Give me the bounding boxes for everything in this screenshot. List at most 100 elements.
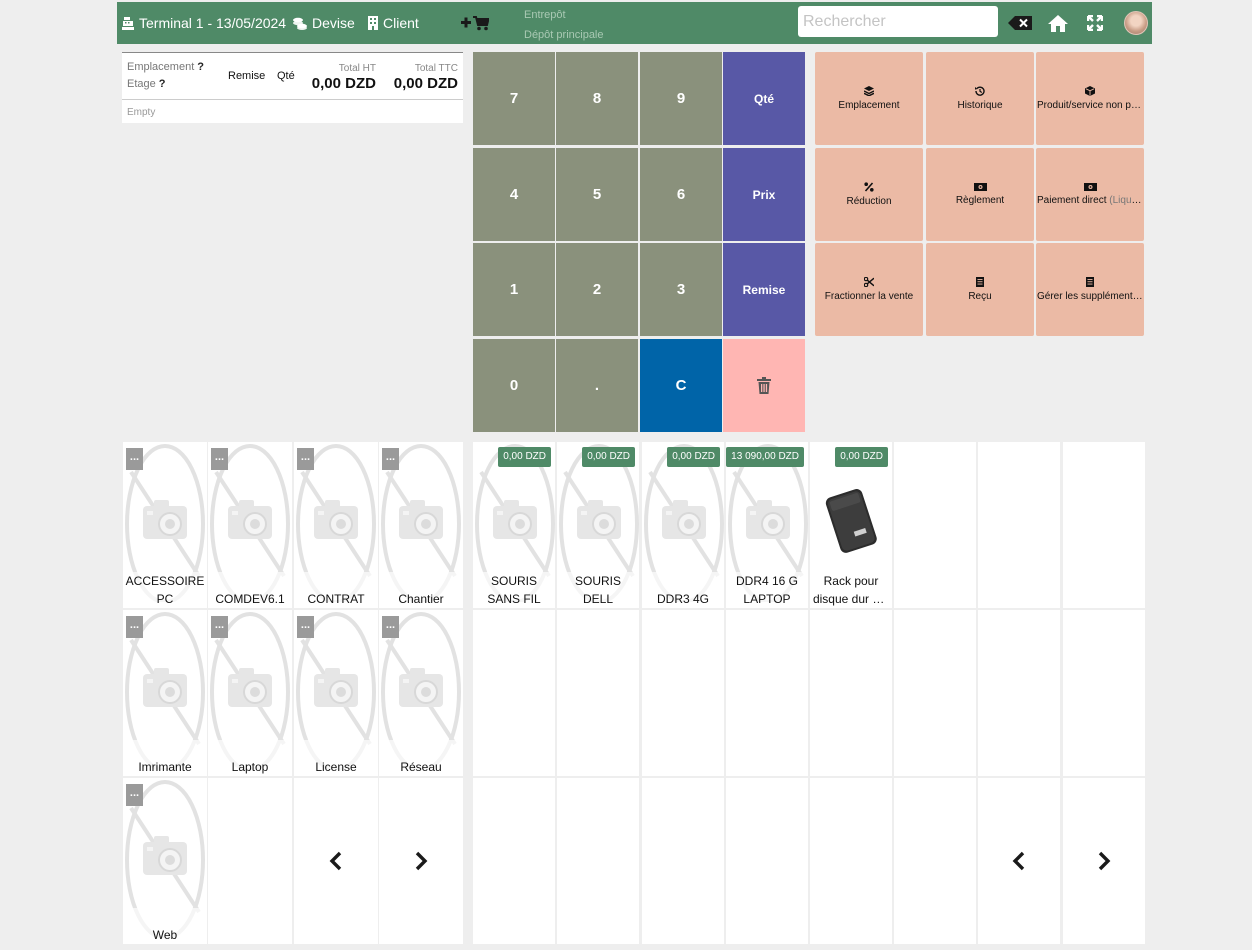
supplements-button[interactable]: Gérer les suppléments et options: [1036, 243, 1144, 336]
category-tile[interactable]: ... Laptop: [208, 610, 292, 776]
key-2[interactable]: 2: [556, 243, 638, 336]
category-more-button[interactable]: ...: [297, 448, 314, 470]
category-next-button[interactable]: [379, 778, 463, 944]
product-tile[interactable]: 13 090,00 DZD DDR4 16 G LAPTOP: [726, 442, 808, 608]
key-5[interactable]: 5: [556, 148, 638, 241]
devise-label: Devise: [312, 15, 355, 31]
category-more-button[interactable]: ...: [382, 448, 399, 470]
free-product-button[interactable]: Produit/service non prédéfini: [1036, 52, 1144, 145]
chevron-right-icon: [1098, 851, 1111, 871]
key-9[interactable]: 9: [640, 52, 722, 145]
warehouse-label: Entrepôt: [524, 9, 566, 21]
category-prev-button[interactable]: [294, 778, 378, 944]
etage-row[interactable]: Etage?: [127, 78, 165, 90]
price-badge: 0,00 DZD: [835, 447, 888, 467]
scissors-icon: [864, 277, 874, 287]
product-next-button[interactable]: [1063, 778, 1145, 944]
product-tile[interactable]: 0,00 DZD SOURIS DELL: [557, 442, 639, 608]
category-name: Chantier: [398, 592, 444, 606]
category-tile[interactable]: ... Réseau: [379, 610, 463, 776]
devise-button[interactable]: Devise: [293, 2, 355, 44]
category-name: Laptop: [231, 760, 269, 774]
search-input[interactable]: [798, 6, 998, 37]
layers-icon: [864, 86, 874, 96]
product-tile[interactable]: 0,00 DZD SOURIS SANS FIL: [473, 442, 555, 608]
client-button[interactable]: Client: [368, 2, 419, 44]
product-label: SOURIS DELL: [557, 572, 639, 608]
empty-cell: [473, 610, 555, 776]
split-sale-label: Fractionner la vente: [824, 291, 914, 302]
category-more-button[interactable]: ...: [382, 616, 399, 638]
direct-payment-button[interactable]: Paiement direct (Liquide): [1036, 148, 1144, 241]
product-tile[interactable]: 0,00 DZD Rack pour disque dur 2.5 pouces: [810, 442, 892, 608]
empty-cell: [557, 778, 639, 944]
category-name: License: [315, 760, 357, 774]
empty-cell: [473, 778, 555, 944]
category-tile[interactable]: ... CONTRAT: [294, 442, 378, 608]
key-4[interactable]: 4: [473, 148, 555, 241]
terminal-text: Terminal 1 - 13/05/2024: [139, 15, 287, 31]
category-more-button[interactable]: ...: [297, 616, 314, 638]
receipt-button[interactable]: Reçu: [926, 243, 1034, 336]
category-label: Imrimante: [123, 740, 207, 776]
coins-icon: [293, 17, 307, 30]
history-button[interactable]: Historique: [926, 52, 1034, 145]
product-name: SOURIS SANS FIL: [487, 574, 541, 606]
key-0[interactable]: 0: [473, 339, 555, 432]
payment-button[interactable]: Règlement: [926, 148, 1034, 241]
category-more-button[interactable]: ...: [126, 448, 143, 470]
empty-cell: [1063, 442, 1145, 608]
category-tile[interactable]: ... COMDEV6.1: [208, 442, 292, 608]
category-tile[interactable]: ... Chantier: [379, 442, 463, 608]
key-3[interactable]: 3: [640, 243, 722, 336]
category-more-button[interactable]: ...: [126, 784, 143, 806]
category-label: Laptop: [208, 740, 292, 776]
category-tile[interactable]: ... License: [294, 610, 378, 776]
category-name: CONTRAT: [307, 592, 365, 606]
key-1[interactable]: 1: [473, 243, 555, 336]
empty-cell: [894, 610, 976, 776]
empty-cell: [894, 442, 976, 608]
key-8[interactable]: 8: [556, 52, 638, 145]
emplacement-action-button[interactable]: Emplacement: [815, 52, 923, 145]
empty-cell: [726, 610, 808, 776]
terminal-label[interactable]: Terminal 1 - 13/05/2024: [122, 2, 286, 44]
split-sale-button[interactable]: Fractionner la vente: [815, 243, 923, 336]
new-sale-button[interactable]: [460, 2, 490, 44]
remise-column-header: Remise: [228, 70, 266, 82]
product-prev-button[interactable]: [978, 778, 1060, 944]
product-tile[interactable]: 0,00 DZD DDR3 4G: [642, 442, 724, 608]
key-7[interactable]: 7: [473, 52, 555, 145]
fullscreen-button[interactable]: [1085, 2, 1105, 44]
clear-button[interactable]: C: [640, 339, 722, 432]
price-mode-button[interactable]: Prix: [723, 148, 805, 241]
expand-icon: [1087, 15, 1103, 31]
category-more-button[interactable]: ...: [126, 616, 143, 638]
product-name: Rack pour disque dur 2.5 pouces: [812, 574, 890, 606]
home-button[interactable]: [1047, 2, 1069, 44]
category-more-button[interactable]: ...: [211, 448, 228, 470]
warehouse-value[interactable]: Dépôt principale: [524, 29, 604, 41]
category-tile[interactable]: ... ACCESSOIRE PC: [123, 442, 207, 608]
key-decimal[interactable]: .: [556, 339, 638, 432]
emplacement-row[interactable]: Emplacement?: [127, 61, 204, 73]
percent-icon: [864, 182, 874, 192]
ticket-divider: [122, 99, 463, 100]
total-ttc-label: Total TTC: [414, 63, 458, 74]
category-label: COMDEV6.1: [208, 572, 292, 608]
clear-search-button[interactable]: [1007, 2, 1033, 44]
reduction-button[interactable]: Réduction: [815, 148, 923, 241]
category-more-button[interactable]: ...: [211, 616, 228, 638]
qty-mode-button[interactable]: Qté: [723, 52, 805, 145]
ticket-panel: Emplacement? Etage? Remise Qté Total HT …: [122, 52, 463, 123]
discount-mode-button[interactable]: Remise: [723, 243, 805, 336]
receipt-label: Reçu: [968, 291, 992, 302]
chevron-left-icon: [1012, 851, 1025, 871]
category-tile[interactable]: ... Imrimante: [123, 610, 207, 776]
category-tile[interactable]: ... Web: [123, 778, 207, 944]
payment-label: Règlement: [955, 195, 1005, 206]
key-6[interactable]: 6: [640, 148, 722, 241]
product-label: DDR4 16 G LAPTOP: [726, 572, 808, 608]
delete-line-button[interactable]: [723, 339, 805, 432]
user-avatar[interactable]: [1124, 11, 1148, 35]
